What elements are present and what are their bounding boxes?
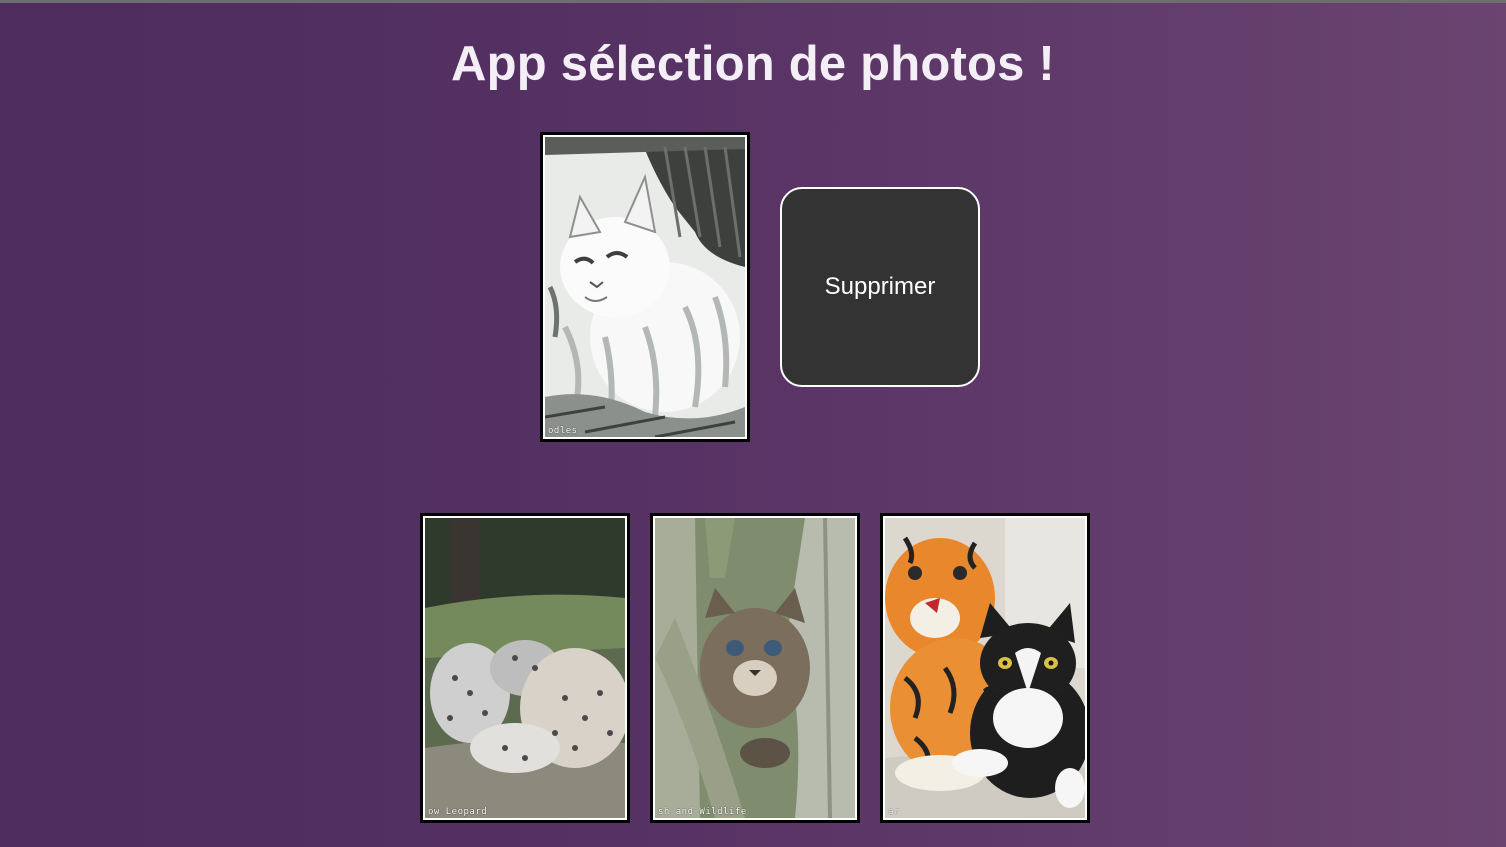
panther-kitten-image	[655, 518, 855, 818]
photo-caption: ar	[888, 807, 900, 817]
photo-caption: sh and Wildlife	[658, 807, 747, 817]
cat-with-plush-tiger-image	[885, 518, 1085, 818]
snow-leopard-cubs-image	[425, 518, 625, 818]
gallery-photo-snow-leopards[interactable]: ow Leopard	[420, 513, 630, 823]
page-title: App sélection de photos !	[451, 37, 1055, 91]
kitten-sketch-image	[545, 137, 745, 437]
window-top-border	[0, 0, 1506, 3]
photo-caption: ow Leopard	[428, 807, 488, 817]
selected-photo: odles	[540, 132, 750, 442]
gallery-photo-cat-and-tiger[interactable]: ar	[880, 513, 1090, 823]
gallery-photo-panther-kitten[interactable]: sh and Wildlife	[650, 513, 860, 823]
photo-caption: odles	[548, 426, 578, 436]
delete-button[interactable]: Supprimer	[780, 187, 980, 387]
